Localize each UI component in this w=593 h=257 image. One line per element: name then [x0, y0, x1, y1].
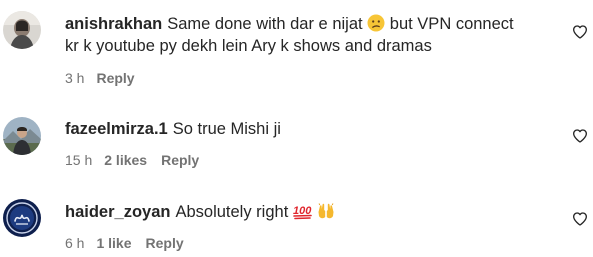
username[interactable]: anishrakhan	[65, 15, 162, 33]
timestamp[interactable]: 15 h	[65, 151, 92, 169]
comment-meta: 6 h 1 like Reply	[65, 234, 184, 252]
comment-text-line-2: kr k youtube py dekh lein Ary k shows an…	[65, 35, 432, 57]
comment-item: haider_zoyan Absolutely right 100 6 h 1 li…	[0, 177, 593, 257]
comment-text: Absolutely right	[175, 203, 289, 221]
comment-text: Same done with dar e nijat	[167, 15, 363, 33]
avatar[interactable]	[3, 11, 41, 49]
heart-outline-icon[interactable]	[572, 211, 588, 227]
raising-hands-emoji	[317, 202, 335, 226]
comment-meta: 3 h Reply	[65, 69, 135, 87]
likes-count[interactable]: 1 like	[96, 234, 131, 252]
comment-text: but VPN connect	[389, 15, 514, 33]
comment-item: anishrakhan Same done with dar e nijat bu…	[0, 0, 593, 95]
reply-button[interactable]: Reply	[96, 69, 134, 87]
comment-meta: 15 h 2 likes Reply	[65, 151, 199, 169]
comment-text-line-1: fazeelmirza.1 So true Mishi ji	[65, 118, 281, 140]
comment-item: fazeelmirza.1 So true Mishi ji 15 h 2 like…	[0, 95, 593, 177]
reply-button[interactable]: Reply	[161, 151, 199, 169]
likes-count[interactable]: 2 likes	[104, 151, 147, 169]
avatar[interactable]	[3, 199, 41, 237]
username[interactable]: fazeelmirza.1	[65, 120, 168, 138]
timestamp[interactable]: 3 h	[65, 69, 84, 87]
reply-button[interactable]: Reply	[146, 234, 184, 252]
heart-outline-icon[interactable]	[572, 128, 588, 144]
comment-text-line-1: haider_zoyan Absolutely right 100	[65, 201, 335, 226]
timestamp[interactable]: 6 h	[65, 234, 84, 252]
heart-outline-icon[interactable]	[572, 24, 588, 40]
username[interactable]: haider_zoyan	[65, 203, 170, 221]
hundred-points-emoji: 100	[293, 202, 313, 226]
comment-text: kr k youtube py dekh lein Ary k shows an…	[65, 37, 432, 55]
comment-text: So true Mishi ji	[172, 120, 281, 138]
avatar[interactable]	[3, 117, 41, 155]
